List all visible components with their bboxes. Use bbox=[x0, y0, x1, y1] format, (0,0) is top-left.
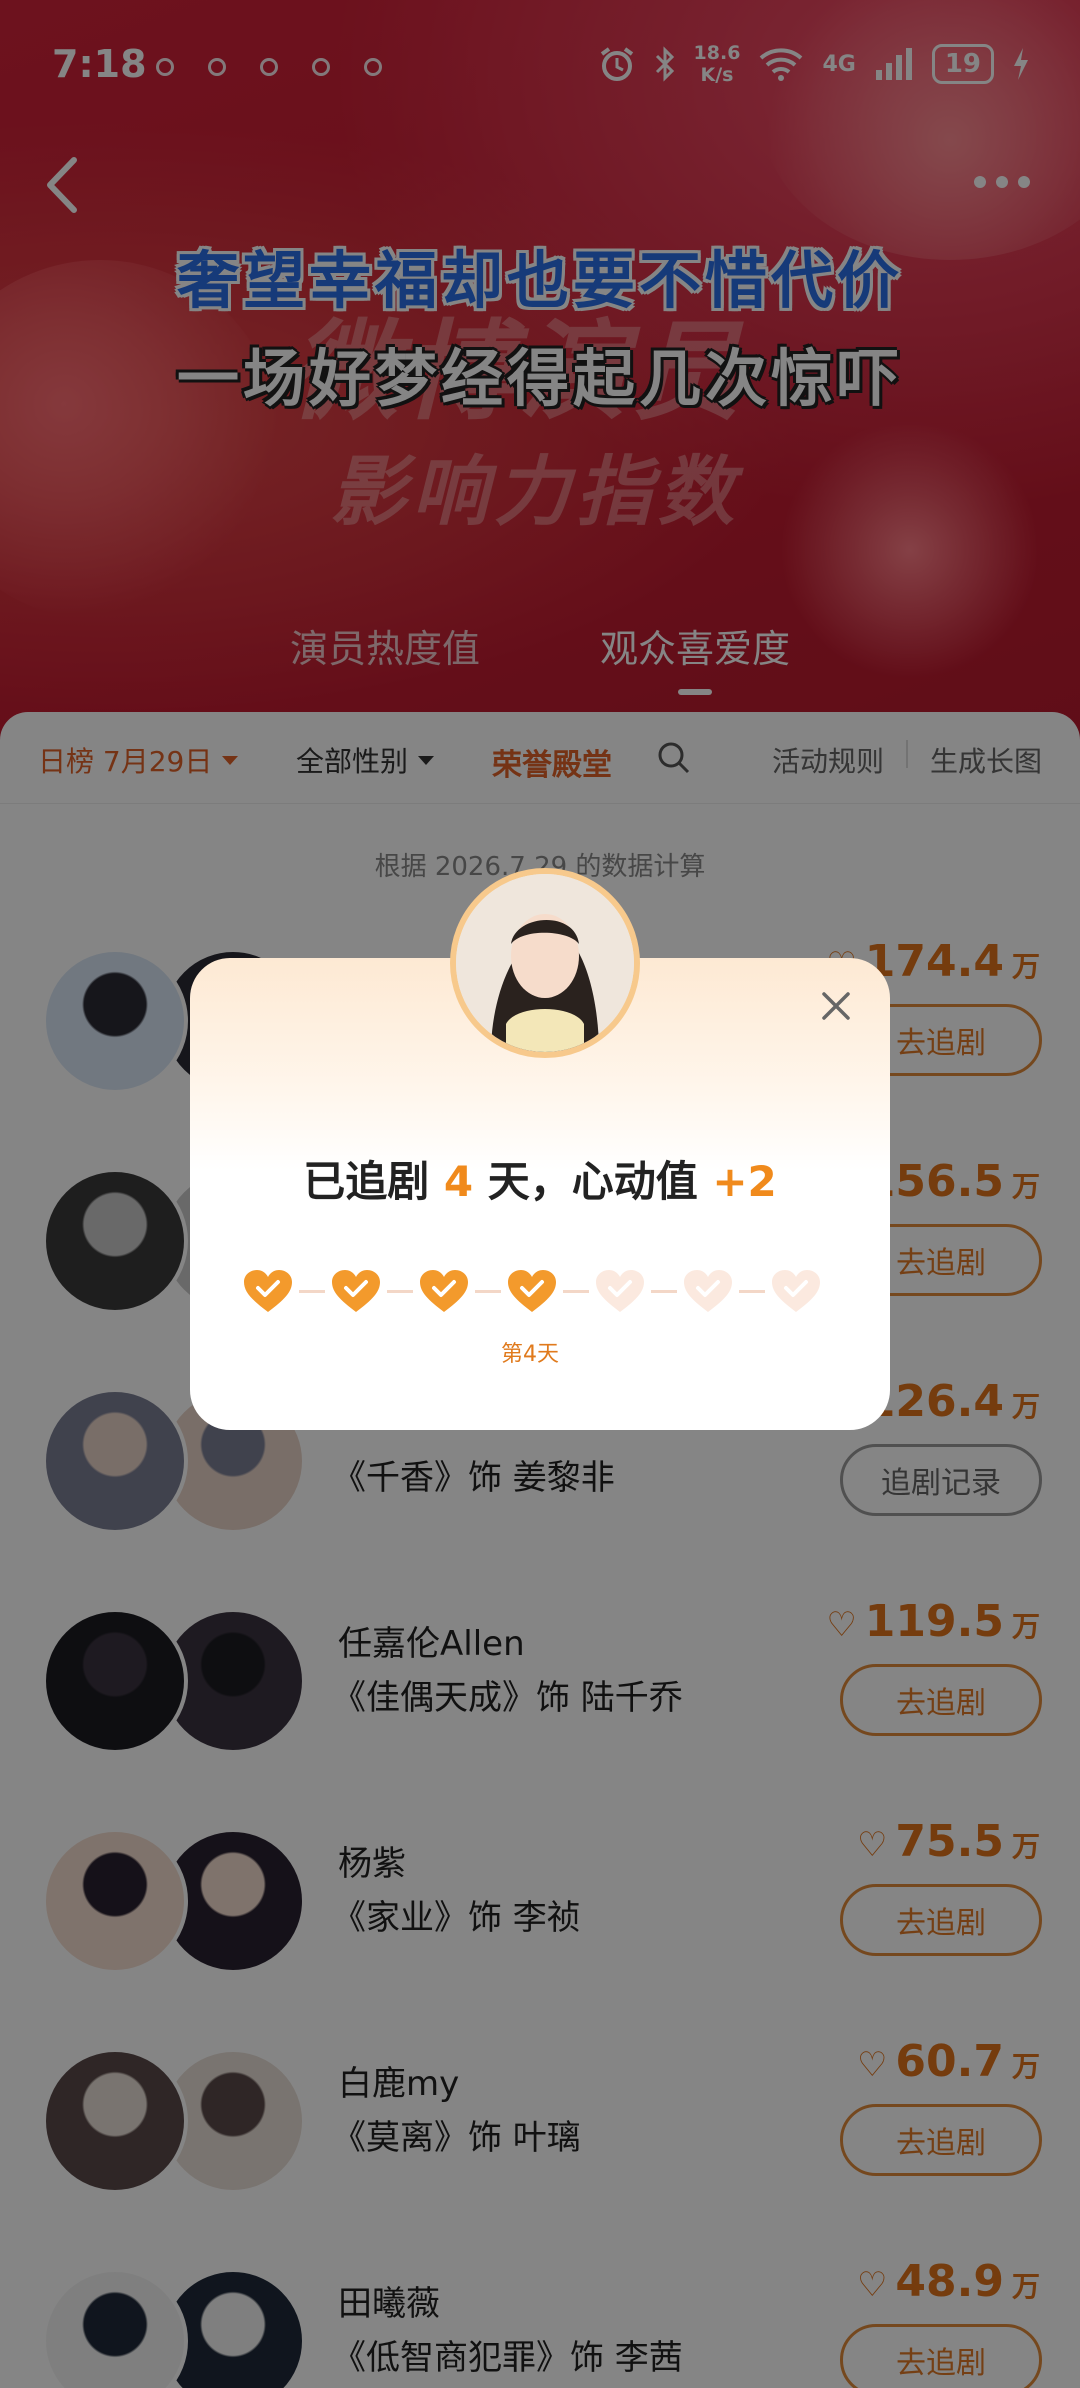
streak-progress bbox=[242, 1268, 822, 1314]
modal-title: 已追剧 4 天，心动值 +2 bbox=[190, 1148, 890, 1209]
streak-connector bbox=[299, 1289, 325, 1293]
streak-days: 4 bbox=[443, 1157, 474, 1206]
heart-bonus: +2 bbox=[712, 1157, 777, 1206]
streak-connector bbox=[651, 1289, 677, 1293]
streak-connector bbox=[739, 1289, 765, 1293]
heart-check-icon bbox=[332, 1270, 380, 1312]
heart-check-icon bbox=[508, 1270, 556, 1312]
close-icon[interactable] bbox=[818, 988, 854, 1024]
heart-empty-icon bbox=[596, 1270, 644, 1312]
streak-connector bbox=[563, 1289, 589, 1293]
avatar bbox=[450, 868, 640, 1058]
heart-empty-icon bbox=[772, 1270, 820, 1312]
heart-check-icon bbox=[244, 1270, 292, 1312]
heart-check-icon bbox=[420, 1270, 468, 1312]
streak-modal: 已追剧 4 天，心动值 +2 第4天 bbox=[190, 868, 890, 1430]
streak-label: 第4天 bbox=[501, 1342, 559, 1367]
modal-title-prefix: 已追剧 bbox=[303, 1157, 430, 1206]
modal-title-mid: 天，心动值 bbox=[487, 1157, 698, 1206]
heart-empty-icon bbox=[684, 1270, 732, 1312]
streak-connector bbox=[387, 1289, 413, 1293]
streak-connector bbox=[475, 1289, 501, 1293]
